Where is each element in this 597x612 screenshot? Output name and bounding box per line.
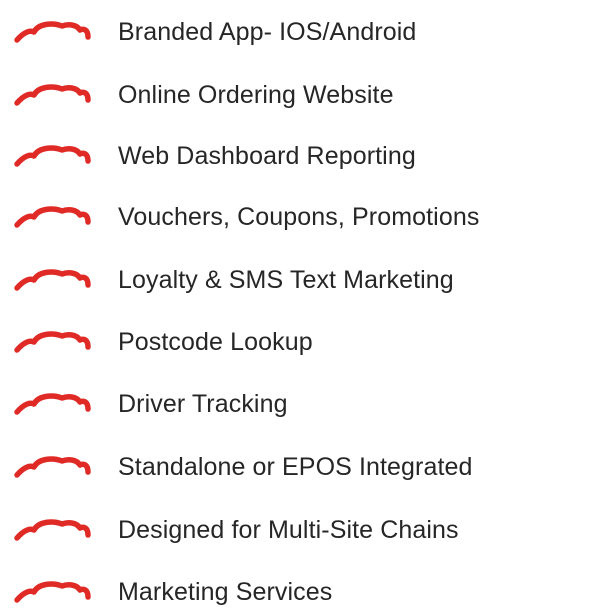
red-swoosh-icon: [14, 393, 91, 415]
feature-label: Postcode Lookup: [118, 328, 313, 356]
feature-item-driver-tracking: Driver Tracking: [0, 384, 597, 424]
feature-label: Online Ordering Website: [118, 81, 394, 109]
red-swoosh-icon: [14, 331, 91, 353]
feature-item-web-dashboard: Web Dashboard Reporting: [0, 136, 597, 176]
red-swoosh-icon: [14, 145, 91, 167]
red-swoosh-icon: [14, 456, 91, 478]
feature-label: Branded App- IOS/Android: [118, 18, 417, 46]
red-swoosh-icon: [14, 581, 91, 603]
feature-label: Driver Tracking: [118, 390, 288, 418]
feature-label: Designed for Multi-Site Chains: [118, 516, 459, 544]
red-swoosh-icon: [14, 269, 91, 291]
feature-item-loyalty: Loyalty & SMS Text Marketing: [0, 260, 597, 300]
red-swoosh-icon: [14, 519, 91, 541]
red-swoosh-icon: [14, 84, 91, 106]
feature-label: Vouchers, Coupons, Promotions: [118, 203, 480, 231]
feature-label: Marketing Services: [118, 578, 333, 606]
feature-item-postcode: Postcode Lookup: [0, 322, 597, 362]
feature-item-standalone-epos: Standalone or EPOS Integrated: [0, 447, 597, 487]
feature-label: Standalone or EPOS Integrated: [118, 453, 473, 481]
feature-item-marketing-services: Marketing Services: [0, 572, 597, 612]
feature-item-online-ordering: Online Ordering Website: [0, 75, 597, 115]
red-swoosh-icon: [14, 21, 91, 43]
feature-label: Loyalty & SMS Text Marketing: [118, 266, 454, 294]
feature-item-multi-site: Designed for Multi-Site Chains: [0, 510, 597, 550]
red-swoosh-icon: [14, 206, 91, 228]
feature-item-vouchers: Vouchers, Coupons, Promotions: [0, 197, 597, 237]
feature-item-branded-app: Branded App- IOS/Android: [0, 12, 597, 52]
feature-label: Web Dashboard Reporting: [118, 142, 416, 170]
